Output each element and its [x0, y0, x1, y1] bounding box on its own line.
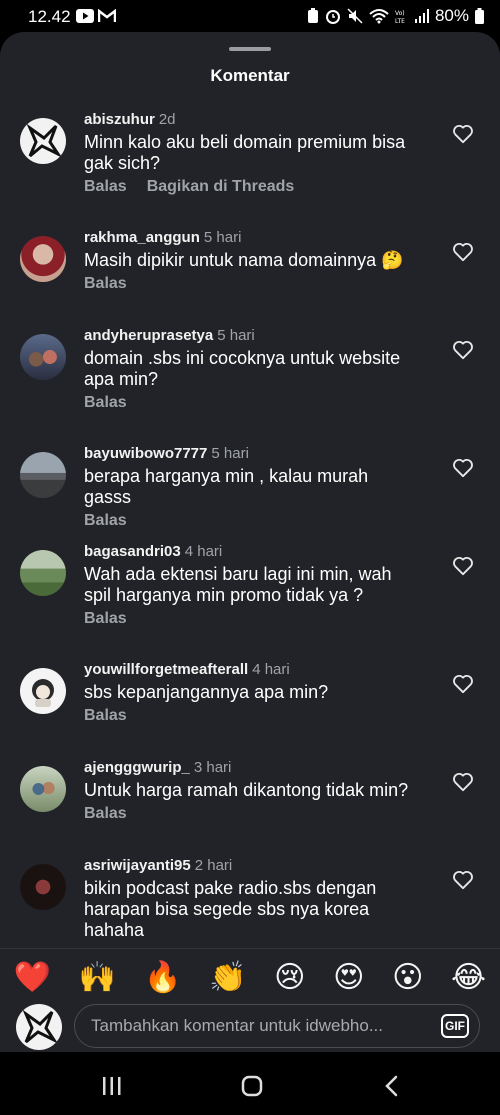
comment-text: Wah ada ektensi baru lagi ini min, wah s… [84, 564, 392, 605]
comment-text: Masih dipikir untuk nama domainnya 🤔 [84, 250, 404, 270]
comment-list[interactable]: abiszuhur 2d Minn kalo aku beli domain pr… [0, 110, 500, 948]
comment-time: 3 hari [193, 759, 232, 776]
reply-button[interactable]: Balas [84, 394, 127, 412]
status-bar: 12.42 Vo) LTE 80% [0, 0, 500, 32]
comment-item: ajengggwurip_ 3 hari Untuk harga ramah di… [0, 758, 500, 856]
reply-button[interactable]: Balas [84, 178, 127, 196]
quick-reaction-bar: ❤️ 🙌 🔥 👏 😢 😍 😮 😂 [0, 948, 500, 1005]
alarm-icon [325, 10, 340, 24]
comment-item: asriwijayanti95 2 hari bikin podcast pake… [0, 856, 500, 948]
sheet-drag-handle[interactable] [229, 47, 271, 51]
battery-icon [475, 8, 484, 24]
cartoon-avatar-icon [32, 679, 54, 707]
comment-time: 5 hari [217, 327, 255, 344]
reaction-fire-emoji[interactable]: 🔥 [144, 960, 181, 995]
comment-item: andyheruprasetya 5 hari domain .sbs ini c… [0, 326, 500, 444]
like-heart-icon[interactable] [452, 772, 474, 792]
home-button[interactable] [232, 1066, 272, 1106]
comment-text: berapa harganya min , kalau murah gasss [84, 466, 369, 507]
comment-item: youwillforgetmeafterall 4 hari sbs kepanj… [0, 660, 500, 758]
reaction-clap-emoji[interactable]: 👏 [209, 960, 246, 995]
avatar[interactable] [20, 668, 66, 714]
sheet-title: Komentar [210, 66, 290, 85]
reaction-laughing-emoji[interactable]: 😂 [451, 960, 486, 995]
share-threads-button[interactable]: Bagikan di Threads [147, 178, 295, 196]
avatar[interactable] [20, 550, 66, 596]
comment-item: rakhma_anggun 5 hari Masih dipikir untuk … [0, 228, 500, 326]
avatar[interactable] [20, 334, 66, 380]
like-heart-icon[interactable] [452, 242, 474, 262]
comment-time: 4 hari [252, 661, 290, 678]
wifi-icon [369, 9, 389, 24]
avatar[interactable] [20, 118, 66, 164]
like-heart-icon[interactable] [452, 674, 474, 694]
reply-button[interactable]: Balas [84, 512, 127, 530]
comment-username[interactable]: abiszuhur [84, 111, 155, 128]
comment-time: 4 hari [184, 543, 223, 560]
comment-text: sbs kepanjangannya apa min? [84, 682, 329, 702]
reaction-raised-hands-emoji[interactable]: 🙌 [79, 960, 116, 995]
comment-composer: Tambahkan komentar untuk idwebho... GIF [0, 1004, 500, 1052]
avatar[interactable] [20, 766, 66, 812]
signal-icon [414, 9, 429, 23]
comment-text: Untuk harga ramah dikantong tidak min? [84, 780, 409, 800]
logo-avatar-icon [26, 123, 63, 158]
battery-saver-icon [307, 8, 318, 23]
svg-text:Vo): Vo) [395, 10, 405, 17]
recent-apps-icon [103, 1077, 121, 1095]
reaction-crying-emoji[interactable]: 😢 [274, 960, 305, 995]
svg-text:LTE: LTE [395, 18, 405, 24]
battery-percent: 80% [434, 6, 469, 25]
comment-time: 2d [158, 111, 176, 128]
avatar[interactable] [20, 452, 66, 498]
comment-username[interactable]: youwillforgetmeafterall [84, 661, 248, 678]
comment-text: Minn kalo aku beli domain premium bisa g… [84, 132, 406, 173]
mute-icon [347, 8, 363, 24]
gif-button[interactable]: GIF [441, 1014, 469, 1038]
comment-time: 5 hari [203, 229, 242, 246]
logo-avatar-icon [22, 1009, 59, 1044]
reply-button[interactable]: Balas [84, 275, 127, 293]
comment-username[interactable]: bagasandri03 [84, 543, 181, 560]
gmail-notification-icon [98, 9, 116, 22]
comments-sheet: Komentar abiszuhur 2d Minn kalo aku beli … [0, 32, 500, 1052]
reaction-surprised-emoji[interactable]: 😮 [392, 960, 423, 995]
comment-input-placeholder: Tambahkan komentar untuk idwebho... [91, 1016, 384, 1035]
comment-text: domain .sbs ini cocoknya untuk website a… [84, 348, 401, 389]
youtube-notification-icon [76, 9, 94, 23]
current-user-avatar[interactable] [16, 1004, 62, 1050]
system-nav-bar [0, 1052, 500, 1115]
comment-time: 5 hari [211, 445, 249, 462]
like-heart-icon[interactable] [452, 340, 474, 360]
comment-text: bikin podcast pake radio.sbs dengan hara… [84, 878, 377, 940]
like-heart-icon[interactable] [452, 458, 474, 478]
comment-username[interactable]: rakhma_anggun [84, 229, 200, 246]
comment-input[interactable]: Tambahkan komentar untuk idwebho... GIF [74, 1004, 480, 1048]
status-time: 12.42 [28, 7, 71, 26]
back-icon [385, 1075, 398, 1097]
reaction-heart-emoji[interactable]: ❤️ [14, 960, 51, 995]
recent-apps-button[interactable] [92, 1066, 132, 1106]
back-button[interactable] [372, 1066, 412, 1106]
comment-username[interactable]: asriwijayanti95 [84, 857, 191, 874]
comment-username[interactable]: andyheruprasetya [84, 327, 213, 344]
like-heart-icon[interactable] [452, 556, 474, 576]
comment-item: abiszuhur 2d Minn kalo aku beli domain pr… [0, 110, 500, 228]
reply-button[interactable]: Balas [84, 610, 127, 628]
reply-button[interactable]: Balas [84, 805, 127, 823]
avatar[interactable] [20, 236, 66, 282]
comment-item: bagasandri03 4 hari Wah ada ektensi baru … [0, 542, 500, 660]
comment-username[interactable]: bayuwibowo7777 [84, 445, 207, 462]
avatar[interactable] [20, 864, 66, 910]
reaction-heart-eyes-emoji[interactable]: 😍 [333, 960, 364, 995]
comment-item: bayuwibowo7777 5 hari berapa harganya min… [0, 444, 500, 542]
like-heart-icon[interactable] [452, 124, 474, 144]
comment-time: 2 hari [194, 857, 233, 874]
comment-username[interactable]: ajengggwurip_ [84, 759, 190, 776]
volte-icon: Vo)LTE [395, 10, 405, 24]
reply-button[interactable]: Balas [84, 707, 127, 725]
home-icon [241, 1075, 263, 1097]
like-heart-icon[interactable] [452, 870, 474, 890]
